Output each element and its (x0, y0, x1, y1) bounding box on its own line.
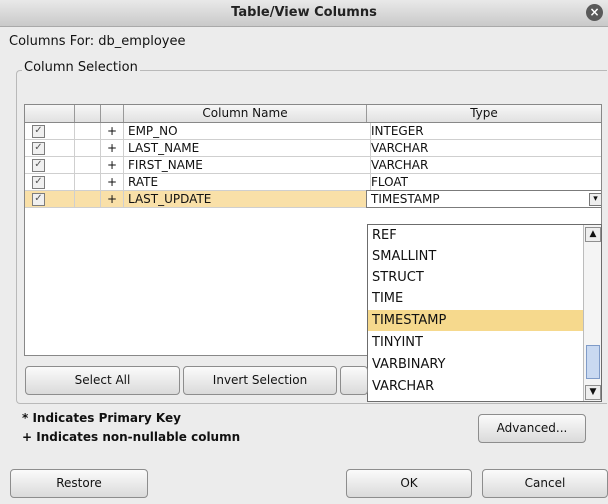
primary-key-note: * Indicates Primary Key (22, 411, 181, 425)
include-checkbox[interactable]: ✓ (32, 125, 45, 138)
dropdown-option[interactable]: STRUCT (368, 267, 584, 288)
table-row-selected[interactable]: ✓ + LAST_UPDATE TIMESTAMP ▾ (25, 190, 601, 208)
header-null[interactable] (101, 105, 124, 122)
column-name: EMP_NO (124, 123, 371, 139)
non-nullable-mark: + (101, 140, 124, 156)
header-key[interactable] (75, 105, 101, 122)
table-row[interactable]: ✓ + LAST_NAME VARCHAR (25, 140, 601, 157)
dropdown-option[interactable]: VARCHAR (368, 376, 584, 397)
invert-selection-button[interactable]: Invert Selection (183, 366, 337, 395)
type-dropdown-list[interactable]: REF SMALLINT STRUCT TIME TIMESTAMP TINYI… (367, 224, 602, 402)
title-bar: Table/View Columns × (0, 0, 608, 27)
non-nullable-mark: + (101, 157, 124, 173)
table-header: Column Name Type (25, 105, 601, 123)
column-name: FIRST_NAME (124, 157, 371, 173)
header-column-name[interactable]: Column Name (124, 105, 367, 122)
include-checkbox[interactable]: ✓ (32, 193, 45, 206)
hidden-button[interactable] (340, 366, 368, 395)
restore-button[interactable]: Restore (10, 469, 148, 498)
non-nullable-mark: + (101, 191, 124, 207)
include-checkbox[interactable]: ✓ (32, 142, 45, 155)
select-all-button[interactable]: Select All (25, 366, 180, 395)
scroll-thumb[interactable] (586, 345, 600, 379)
dropdown-option[interactable]: TIME (368, 288, 584, 309)
advanced-button[interactable]: Advanced... (478, 414, 586, 443)
dialog-title: Table/View Columns (231, 5, 377, 20)
table-row[interactable]: ✓ + EMP_NO INTEGER (25, 123, 601, 140)
close-icon[interactable]: × (586, 4, 603, 21)
dropdown-scrollbar[interactable]: ▲ ▼ (583, 225, 601, 401)
type-combobox[interactable]: TIMESTAMP (366, 190, 601, 208)
dropdown-option-selected[interactable]: TIMESTAMP (368, 310, 584, 331)
non-nullable-mark: + (101, 174, 124, 190)
header-select[interactable] (25, 105, 75, 122)
column-type[interactable]: VARCHAR (367, 140, 601, 156)
column-type[interactable]: INTEGER (367, 123, 601, 139)
dropdown-option[interactable]: REF (368, 225, 584, 246)
include-checkbox[interactable]: ✓ (32, 176, 45, 189)
scroll-down-icon[interactable]: ▼ (585, 385, 601, 400)
non-nullable-note: + Indicates non-nullable column (22, 430, 241, 444)
scroll-up-icon[interactable]: ▲ (585, 227, 601, 242)
ok-button[interactable]: OK (346, 469, 472, 498)
table-row[interactable]: ✓ + RATE FLOAT (25, 174, 601, 191)
dropdown-option[interactable]: TINYINT (368, 332, 584, 353)
dropdown-option[interactable]: VARBINARY (368, 354, 584, 375)
column-name: RATE (124, 174, 371, 190)
column-selection-label: Column Selection (22, 60, 140, 75)
non-nullable-mark: + (101, 123, 124, 139)
cancel-button[interactable]: Cancel (482, 469, 608, 498)
include-checkbox[interactable]: ✓ (32, 159, 45, 172)
dropdown-option[interactable]: SMALLINT (368, 246, 584, 267)
header-type[interactable]: Type (367, 105, 601, 122)
column-name: LAST_NAME (124, 140, 371, 156)
columns-for-label: Columns For: db_employee (9, 34, 186, 49)
combobox-arrow-icon[interactable]: ▾ (589, 193, 601, 206)
table-row[interactable]: ✓ + FIRST_NAME VARCHAR (25, 157, 601, 174)
column-name: LAST_UPDATE (124, 191, 371, 207)
column-type[interactable]: FLOAT (367, 174, 601, 190)
column-type[interactable]: VARCHAR (367, 157, 601, 173)
